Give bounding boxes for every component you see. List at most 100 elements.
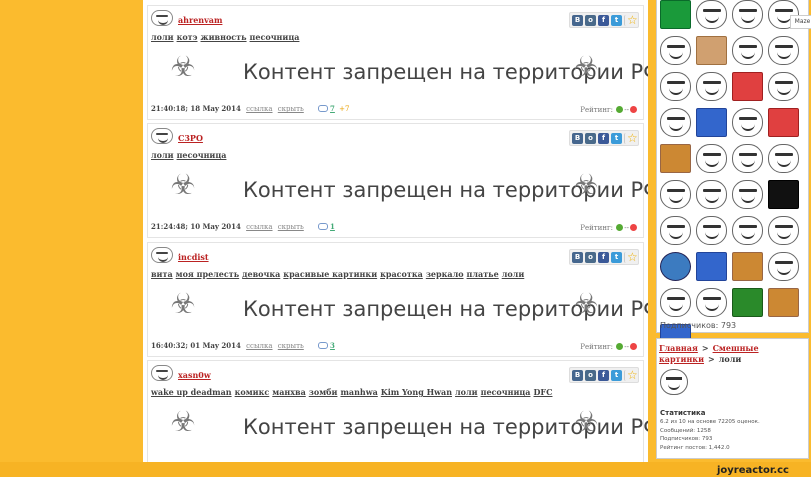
odnoklassniki-icon[interactable]: о [585, 132, 596, 144]
subscriber-avatar[interactable] [768, 72, 799, 101]
subscriber-avatar[interactable] [732, 36, 763, 65]
username-link[interactable]: ahrenvam [178, 15, 222, 25]
tag-link[interactable]: комикс [235, 387, 270, 397]
tag-link[interactable]: Kim Yong Hwan [381, 387, 452, 397]
subscriber-avatar[interactable] [696, 252, 727, 281]
vk-icon[interactable]: В [572, 369, 583, 381]
favorite-star-icon[interactable]: ☆ [624, 369, 638, 381]
subscriber-avatar[interactable] [660, 72, 691, 101]
subscriber-avatar[interactable] [660, 288, 691, 317]
subscriber-avatar[interactable] [768, 252, 799, 281]
odnoklassniki-icon[interactable]: о [585, 369, 596, 381]
subscriber-avatar[interactable] [660, 36, 691, 65]
hide-link[interactable]: скрыть [278, 223, 304, 231]
facebook-icon[interactable]: f [598, 369, 609, 381]
comments-link[interactable]: 7 [318, 104, 335, 113]
vk-icon[interactable]: В [572, 251, 583, 263]
tag-link[interactable]: wake up deadman [151, 387, 232, 397]
tag-link[interactable]: manhwa [340, 387, 377, 397]
tag-link[interactable]: девочка [242, 269, 280, 279]
vote-up-icon[interactable] [616, 224, 624, 231]
subscriber-avatar[interactable] [660, 252, 691, 281]
tag-link[interactable]: манхва [272, 387, 306, 397]
tag-link[interactable]: красивые картинки [283, 269, 377, 279]
subscriber-avatar[interactable] [696, 108, 727, 137]
tag-link[interactable]: зеркало [426, 269, 464, 279]
subscriber-avatar[interactable] [732, 252, 763, 281]
subscriber-avatar[interactable] [768, 144, 799, 173]
hide-link[interactable]: скрыть [278, 342, 304, 350]
tag-link[interactable]: лоли [455, 387, 478, 397]
odnoklassniki-icon[interactable]: о [585, 251, 596, 263]
odnoklassniki-icon[interactable]: о [585, 14, 596, 26]
tag-link[interactable]: котэ [177, 32, 198, 42]
subscriber-avatar[interactable] [732, 288, 763, 317]
subscriber-avatar[interactable] [732, 216, 763, 245]
tag-link[interactable]: живность [201, 32, 247, 42]
vk-icon[interactable]: В [572, 132, 583, 144]
tag-link[interactable]: платье [467, 269, 499, 279]
subscriber-avatar[interactable] [696, 288, 727, 317]
permalink[interactable]: ссылка [246, 223, 272, 231]
user-avatar[interactable] [151, 365, 173, 381]
vote-down-icon[interactable] [630, 106, 637, 113]
subscriber-avatar[interactable] [696, 72, 727, 101]
subscriber-avatar[interactable] [768, 288, 799, 317]
tag-link[interactable]: моя прелесть [176, 269, 240, 279]
subscriber-avatar[interactable] [696, 180, 727, 209]
tag-link[interactable]: песочница [481, 387, 531, 397]
username-link[interactable]: xasn0w [178, 370, 211, 380]
breadcrumb-home[interactable]: Главная [659, 343, 698, 353]
tag-link[interactable]: зомби [309, 387, 338, 397]
subscriber-avatar[interactable] [768, 180, 799, 209]
subscriber-avatar[interactable] [660, 108, 691, 137]
comments-link[interactable]: 3 [318, 341, 335, 350]
username-link[interactable]: incdist [178, 252, 209, 262]
vk-icon[interactable]: В [572, 14, 583, 26]
tag-link[interactable]: лоли [502, 269, 525, 279]
vote-down-icon[interactable] [630, 343, 637, 350]
subscriber-avatar[interactable] [696, 0, 727, 29]
tag-link[interactable]: красотка [380, 269, 423, 279]
tag-link[interactable]: вита [151, 269, 173, 279]
hide-link[interactable]: скрыть [278, 105, 304, 113]
facebook-icon[interactable]: f [598, 132, 609, 144]
subscriber-avatar[interactable] [696, 144, 727, 173]
twitter-icon[interactable]: t [611, 132, 622, 144]
subscriber-avatar[interactable] [732, 0, 763, 29]
comments-link[interactable]: 1 [318, 222, 335, 231]
subscriber-avatar[interactable] [768, 36, 799, 65]
subscriber-avatar[interactable] [732, 180, 763, 209]
subscriber-avatar[interactable] [768, 216, 799, 245]
subscriber-avatar[interactable] [732, 108, 763, 137]
favorite-star-icon[interactable]: ☆ [624, 14, 638, 26]
subscriber-avatar[interactable] [696, 216, 727, 245]
tag-link[interactable]: песочница [250, 32, 300, 42]
user-avatar[interactable] [151, 247, 173, 263]
facebook-icon[interactable]: f [598, 251, 609, 263]
subscriber-avatar[interactable] [660, 144, 691, 173]
vote-down-icon[interactable] [630, 224, 637, 231]
tag-link[interactable]: лоли [151, 32, 174, 42]
subscriber-avatar[interactable] [660, 0, 691, 29]
subscriber-avatar[interactable] [660, 216, 691, 245]
subscriber-avatar[interactable] [732, 144, 763, 173]
permalink[interactable]: ссылка [246, 342, 272, 350]
permalink[interactable]: ссылка [246, 105, 272, 113]
tag-link[interactable]: песочница [177, 150, 227, 160]
facebook-icon[interactable]: f [598, 14, 609, 26]
tag-link[interactable]: DFC [533, 387, 552, 397]
twitter-icon[interactable]: t [611, 369, 622, 381]
subscriber-avatar[interactable] [768, 108, 799, 137]
favorite-star-icon[interactable]: ☆ [624, 132, 638, 144]
favorite-star-icon[interactable]: ☆ [624, 251, 638, 263]
twitter-icon[interactable]: t [611, 251, 622, 263]
user-avatar[interactable] [151, 128, 173, 144]
user-avatar[interactable] [151, 10, 173, 26]
twitter-icon[interactable]: t [611, 14, 622, 26]
tag-link[interactable]: лоли [151, 150, 174, 160]
subscriber-avatar[interactable] [660, 180, 691, 209]
username-link[interactable]: C3PO [178, 133, 203, 143]
subscriber-avatar[interactable] [732, 72, 763, 101]
vote-up-icon[interactable] [616, 106, 624, 113]
